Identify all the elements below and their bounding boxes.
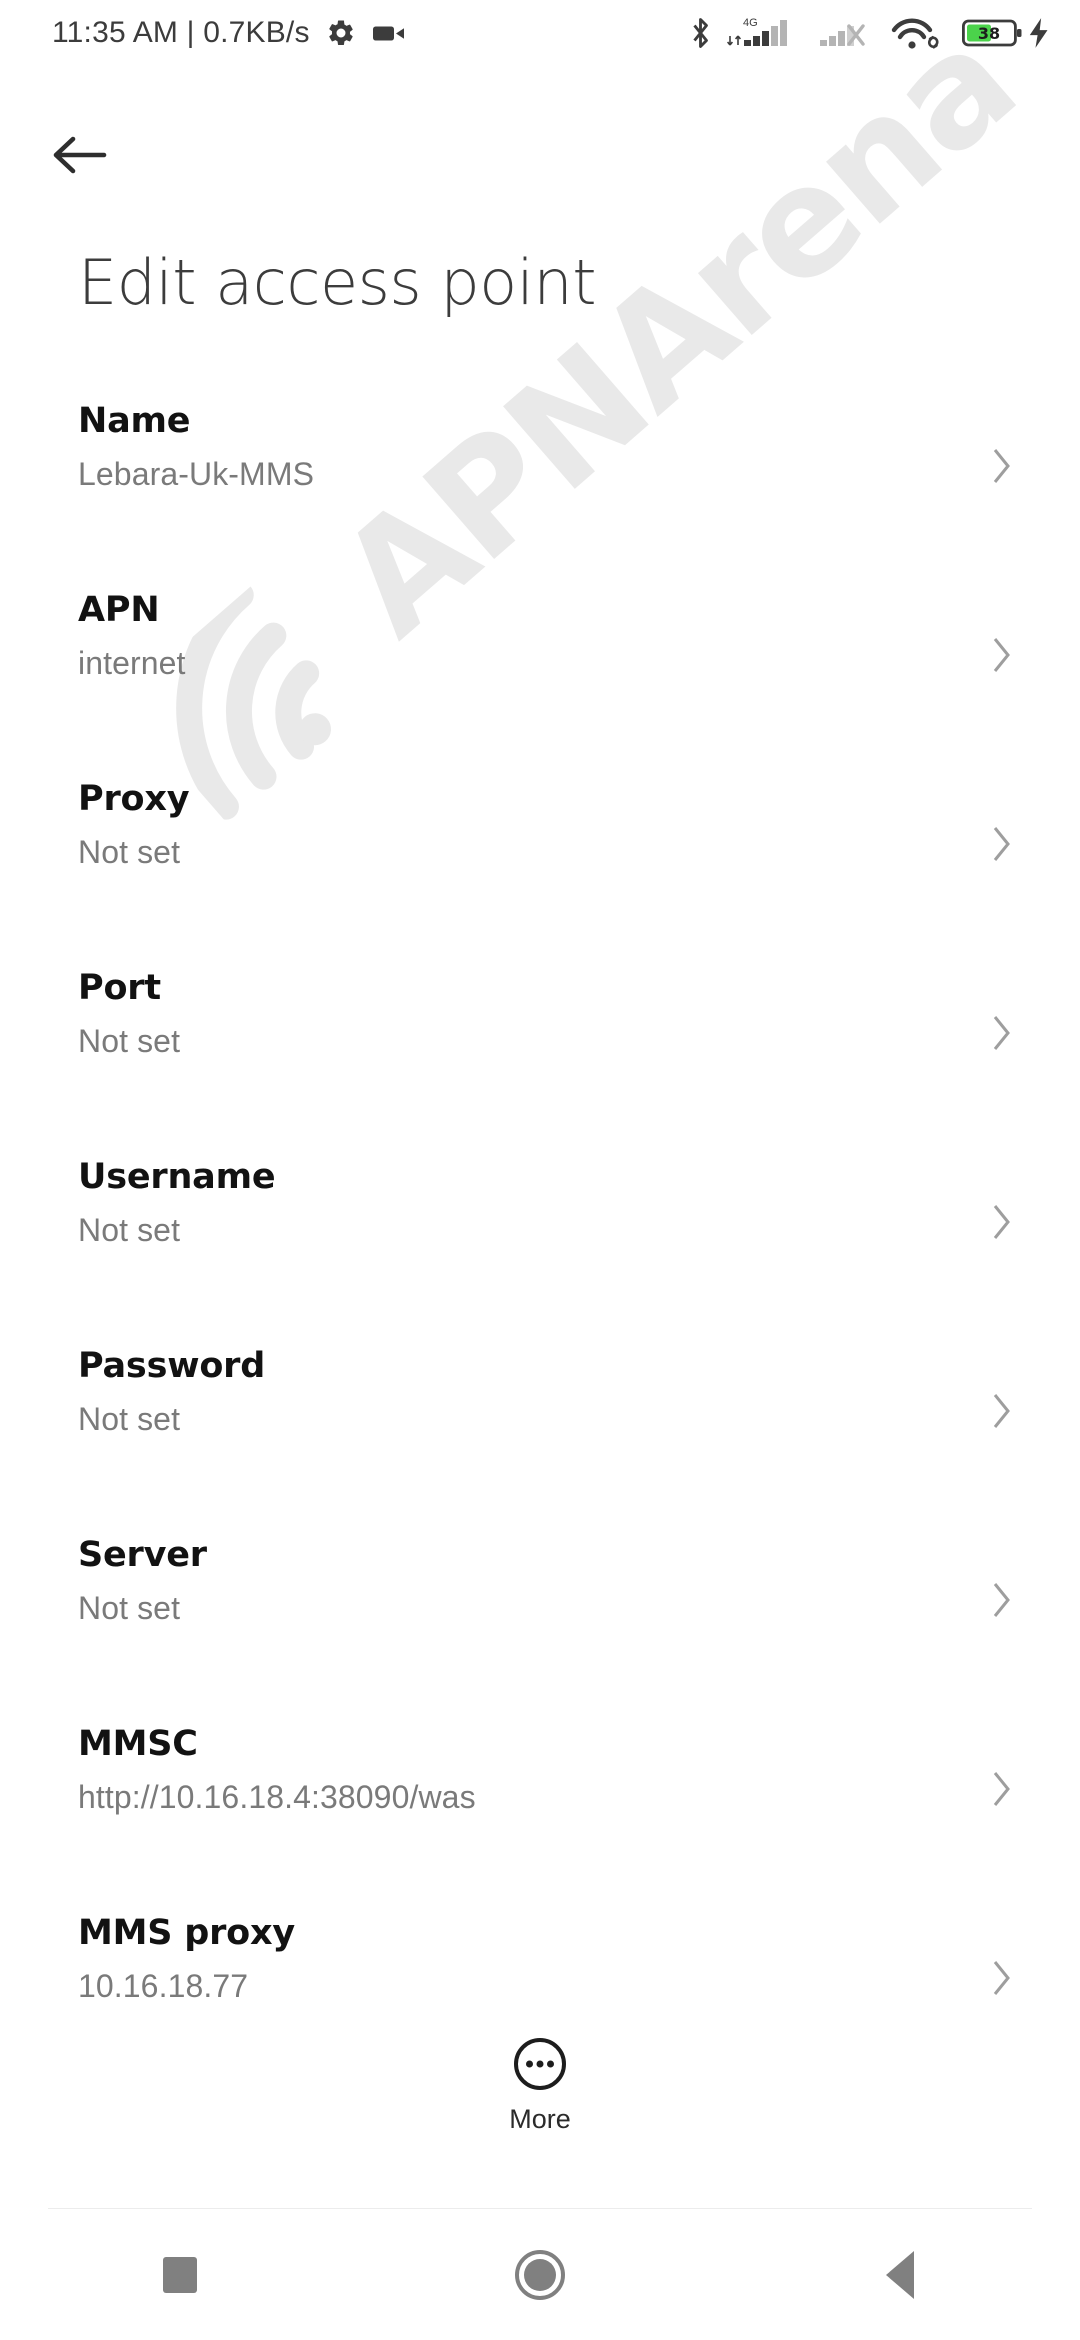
charging-bolt-icon xyxy=(1029,18,1048,48)
more-button-label: More xyxy=(509,2104,571,2134)
row-value: Lebara-Uk-MMS xyxy=(78,456,315,492)
chevron-right-icon xyxy=(993,1394,1010,1428)
bluetooth-icon xyxy=(693,18,708,48)
row-value: Not set xyxy=(78,1401,181,1437)
setting-row-mmsc[interactable]: MMSC http://10.16.18.4:38090/was xyxy=(0,1727,1080,1916)
setting-row-username[interactable]: Username Not set xyxy=(0,1160,1080,1349)
row-label: Username xyxy=(78,1157,276,1197)
status-bar: 11:35 AM | 0.7KB/s 4G 38 xyxy=(0,0,1080,66)
row-value: internet xyxy=(78,645,186,681)
row-label: Port xyxy=(78,968,161,1008)
status-bar-left: 11:35 AM | 0.7KB/s xyxy=(52,16,406,50)
row-label: MMSC xyxy=(78,1724,198,1764)
row-label: Password xyxy=(78,1346,266,1386)
navigation-bar xyxy=(0,2209,1080,2340)
row-label: Server xyxy=(78,1535,207,1575)
row-value: 10.16.18.77 xyxy=(78,1968,249,2004)
signal-4g-icon: 4G xyxy=(727,17,787,46)
setting-row-name[interactable]: Name Lebara-Uk-MMS xyxy=(0,404,1080,593)
setting-row-apn[interactable]: APN internet xyxy=(0,593,1080,782)
chevron-right-icon xyxy=(993,1016,1010,1050)
row-label: MMS proxy xyxy=(78,1913,296,1953)
chevron-right-icon xyxy=(993,1961,1010,1995)
arrow-left-icon xyxy=(53,136,107,174)
setting-row-password[interactable]: Password Not set xyxy=(0,1349,1080,1538)
row-value: http://10.16.18.4:38090/was xyxy=(78,1779,476,1815)
more-horizontal-circle-icon xyxy=(514,2038,566,2090)
battery-percent-text: 38 xyxy=(978,24,1000,43)
system-back-button[interactable] xyxy=(720,2209,1080,2340)
chevron-right-icon xyxy=(993,1583,1010,1617)
chevron-right-icon xyxy=(993,638,1010,672)
video-camera-icon xyxy=(372,26,404,41)
chevron-right-icon xyxy=(993,449,1010,483)
square-icon xyxy=(163,2256,197,2293)
chevron-right-icon xyxy=(993,1772,1010,1806)
triangle-left-icon xyxy=(886,2250,914,2299)
recents-button[interactable] xyxy=(0,2209,360,2340)
home-button[interactable] xyxy=(360,2209,720,2340)
settings-list: Name Lebara-Uk-MMS APN internet Proxy No… xyxy=(0,404,1080,2105)
phone-screen: APNArena 11:35 AM | 0.7KB/s 4G 38 Edit a… xyxy=(0,0,1080,2340)
more-button[interactable]: More xyxy=(0,2036,1080,2133)
signal-sim2-no-service-icon xyxy=(820,24,865,46)
setting-row-server[interactable]: Server Not set xyxy=(0,1538,1080,1727)
circle-inner-dot xyxy=(524,2258,556,2291)
row-label: Name xyxy=(78,401,191,441)
setting-row-port[interactable]: Port Not set xyxy=(0,971,1080,1160)
row-value: Not set xyxy=(78,1023,181,1059)
svg-text:4G: 4G xyxy=(743,17,758,29)
row-value: Not set xyxy=(78,1212,181,1248)
status-bar-clock: 11:35 AM | 0.7KB/s xyxy=(52,16,310,49)
battery-icon: 38 xyxy=(962,19,1022,47)
row-label: APN xyxy=(78,590,160,630)
circle-icon xyxy=(515,2249,565,2300)
wifi-icon xyxy=(891,18,939,49)
page-title: Edit access point xyxy=(78,246,597,319)
setting-row-proxy[interactable]: Proxy Not set xyxy=(0,782,1080,971)
chevron-right-icon xyxy=(993,827,1010,861)
row-value: Not set xyxy=(78,834,181,870)
chevron-right-icon xyxy=(993,1205,1010,1239)
back-button[interactable] xyxy=(52,112,138,198)
row-value: Not set xyxy=(78,1590,181,1626)
row-label: Proxy xyxy=(78,779,190,819)
gear-icon xyxy=(328,20,353,46)
status-bar-right: 4G 38 xyxy=(687,14,1054,52)
